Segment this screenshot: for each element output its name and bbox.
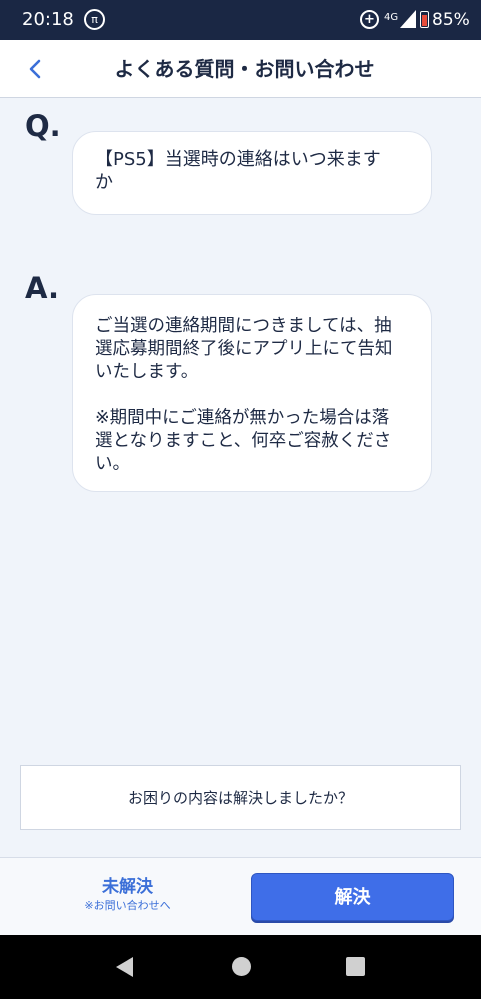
unresolved-sublabel: ※お問い合わせへ (84, 899, 171, 912)
feedback-card: お困りの内容は解決しましたか？ (20, 765, 461, 830)
system-nav-bar (0, 935, 481, 999)
circle-home-icon[interactable] (232, 957, 251, 976)
page-title: よくある質問・お問い合わせ (114, 57, 375, 81)
feedback-question: お困りの内容は解決しましたか？ (127, 789, 353, 807)
question-bubble: 【PS5】当選時の連絡はいつ来ます か (72, 131, 432, 215)
battery-percent: 85% (432, 10, 470, 30)
signal-icon (400, 10, 416, 28)
unresolved-button[interactable]: 未解決 ※お問い合わせへ (40, 876, 215, 920)
battery-icon (420, 11, 429, 28)
resolved-label: 解決 (334, 887, 371, 908)
triangle-back-icon[interactable] (116, 957, 133, 977)
question-text: 【PS5】当選時の連絡はいつ来ます か (95, 149, 381, 193)
answer-text: ご当選の連絡期間につきましては、抽 選応募期間終了後にアプリ上にて告知 いたしま… (95, 316, 393, 474)
status-bar: 20:18 π + 4G 85% (0, 0, 481, 40)
network-type: 4G (384, 12, 399, 23)
status-time: 20:18 (22, 9, 74, 30)
unresolved-label: 未解決 (102, 877, 153, 897)
square-recents-icon[interactable] (346, 957, 365, 976)
feedback-actions: 未解決 ※お問い合わせへ 解決 (0, 857, 481, 935)
answer-bubble: ご当選の連絡期間につきましては、抽 選応募期間終了後にアプリ上にて告知 いたしま… (72, 294, 432, 492)
app-header: よくある質問・お問い合わせ (0, 40, 481, 98)
data-saver-icon: + (360, 10, 379, 29)
question-label: Q. (25, 109, 61, 143)
resolved-button[interactable]: 解決 (251, 873, 454, 921)
pi-app-icon: π (84, 9, 105, 30)
answer-label: A. (25, 271, 59, 305)
